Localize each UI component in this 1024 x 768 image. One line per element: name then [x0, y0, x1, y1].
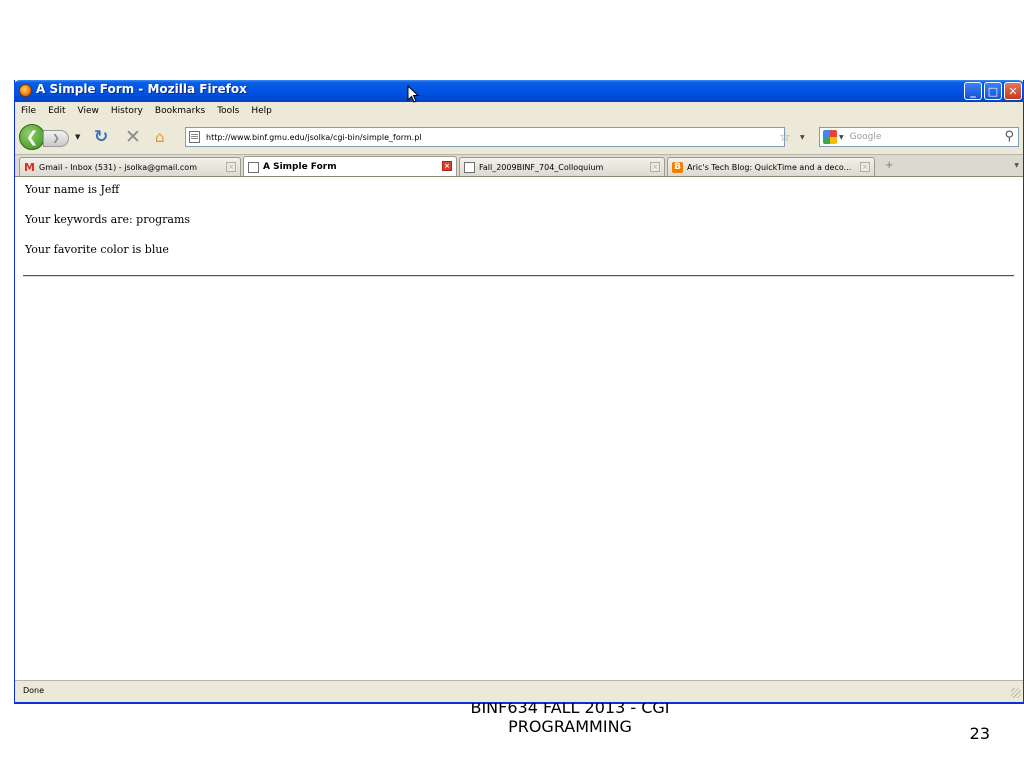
home-icon[interactable]: ⌂ — [155, 128, 165, 146]
tab-close-icon[interactable]: × — [860, 162, 870, 172]
tab-aric-blog[interactable]: B Aric's Tech Blog: QuickTime and a deco… — [667, 157, 875, 176]
status-text: Done — [23, 686, 45, 695]
status-bar: Done — [15, 680, 1023, 700]
name-result: Your name is Jeff — [25, 183, 120, 196]
tab-label: A Simple Form — [263, 162, 337, 172]
menu-help[interactable]: Help — [251, 106, 272, 116]
blogger-icon: B — [672, 161, 683, 173]
color-result: Your favorite color is blue — [25, 243, 169, 256]
url-dropdown-icon[interactable]: ▼ — [800, 134, 805, 141]
url-bar[interactable]: http://www.binf.gmu.edu/jsolka/cgi-bin/s… — [185, 127, 785, 147]
maximize-button[interactable]: □ — [984, 82, 1002, 100]
menu-history[interactable]: History — [111, 106, 143, 116]
tab-label: Gmail - Inbox (531) - jsolka@gmail.com — [39, 162, 197, 172]
window-title: A Simple Form - Mozilla Firefox — [36, 82, 247, 96]
forward-button[interactable]: ❯ — [43, 130, 69, 147]
tab-bar: M Gmail - Inbox (531) - jsolka@gmail.com… — [15, 154, 1023, 177]
bookmark-star-icon[interactable]: ☆ — [779, 130, 791, 145]
slide-page-number: 23 — [969, 724, 990, 743]
search-engine-dropdown-icon[interactable]: ▼ — [839, 134, 844, 141]
site-identity-icon[interactable] — [189, 131, 200, 143]
slide-footer: BINF634 FALL 2013 - CGI PROGRAMMING — [410, 703, 730, 737]
magnifier-icon[interactable]: ⚲ — [1004, 129, 1014, 144]
tab-close-icon[interactable]: × — [226, 162, 236, 172]
url-text[interactable]: http://www.binf.gmu.edu/jsolka/cgi-bin/s… — [206, 133, 422, 142]
tab-close-icon[interactable]: × — [442, 161, 452, 171]
close-button[interactable]: ✕ — [1004, 82, 1022, 100]
menu-bar: File Edit View History Bookmarks Tools H… — [15, 102, 1023, 120]
back-button[interactable]: ❮ — [19, 124, 45, 150]
firefox-icon — [19, 84, 32, 97]
navigation-toolbar: ❮ ❯ ▼ ↻ ✕ ⌂ http://www.binf.gmu.edu/jsol… — [15, 120, 1023, 154]
footer-line-1: BINF634 FALL 2013 - CGI — [470, 703, 670, 717]
horizontal-rule — [23, 275, 1014, 277]
google-engine-icon[interactable] — [823, 130, 837, 144]
history-dropdown-icon[interactable]: ▼ — [75, 133, 80, 141]
reload-icon[interactable]: ↻ — [94, 127, 108, 147]
back-arrow-icon: ❮ — [25, 128, 39, 146]
page-icon — [464, 161, 475, 173]
title-bar[interactable]: A Simple Form - Mozilla Firefox _ □ ✕ — [14, 80, 1024, 102]
tab-close-icon[interactable]: × — [650, 162, 660, 172]
tab-colloquium[interactable]: Fall_2009BINF_704_Colloquium × — [459, 157, 665, 176]
tab-list-dropdown-icon[interactable]: ▼ — [1014, 162, 1019, 169]
page-icon — [248, 161, 259, 173]
forward-arrow-icon: ❯ — [52, 133, 60, 144]
browser-window: A Simple Form - Mozilla Firefox _ □ ✕ Fi… — [14, 80, 1024, 704]
gmail-icon: M — [24, 160, 35, 174]
tab-label: Fall_2009BINF_704_Colloquium — [479, 162, 604, 172]
keywords-result: Your keywords are: programs — [25, 213, 191, 226]
resize-grip-icon[interactable] — [1011, 688, 1021, 698]
tab-gmail[interactable]: M Gmail - Inbox (531) - jsolka@gmail.com… — [19, 157, 241, 176]
search-input[interactable]: Google — [850, 132, 882, 142]
tab-label: Aric's Tech Blog: QuickTime and a deco..… — [687, 162, 852, 172]
tab-simple-form[interactable]: A Simple Form × — [243, 156, 457, 177]
footer-line-2: PROGRAMMING — [508, 717, 632, 736]
page-content: Your name is Jeff Your keywords are: pro… — [15, 176, 1023, 680]
menu-edit[interactable]: Edit — [48, 106, 65, 116]
menu-file[interactable]: File — [21, 106, 36, 116]
search-bar[interactable]: ▼ Google ⚲ — [819, 127, 1019, 147]
mouse-pointer-icon — [407, 85, 419, 103]
minimize-button[interactable]: _ — [964, 82, 982, 100]
new-tab-icon[interactable]: + — [885, 160, 893, 171]
menu-bookmarks[interactable]: Bookmarks — [155, 106, 205, 116]
stop-icon[interactable]: ✕ — [125, 126, 141, 148]
menu-view[interactable]: View — [78, 106, 99, 116]
menu-tools[interactable]: Tools — [217, 106, 239, 116]
